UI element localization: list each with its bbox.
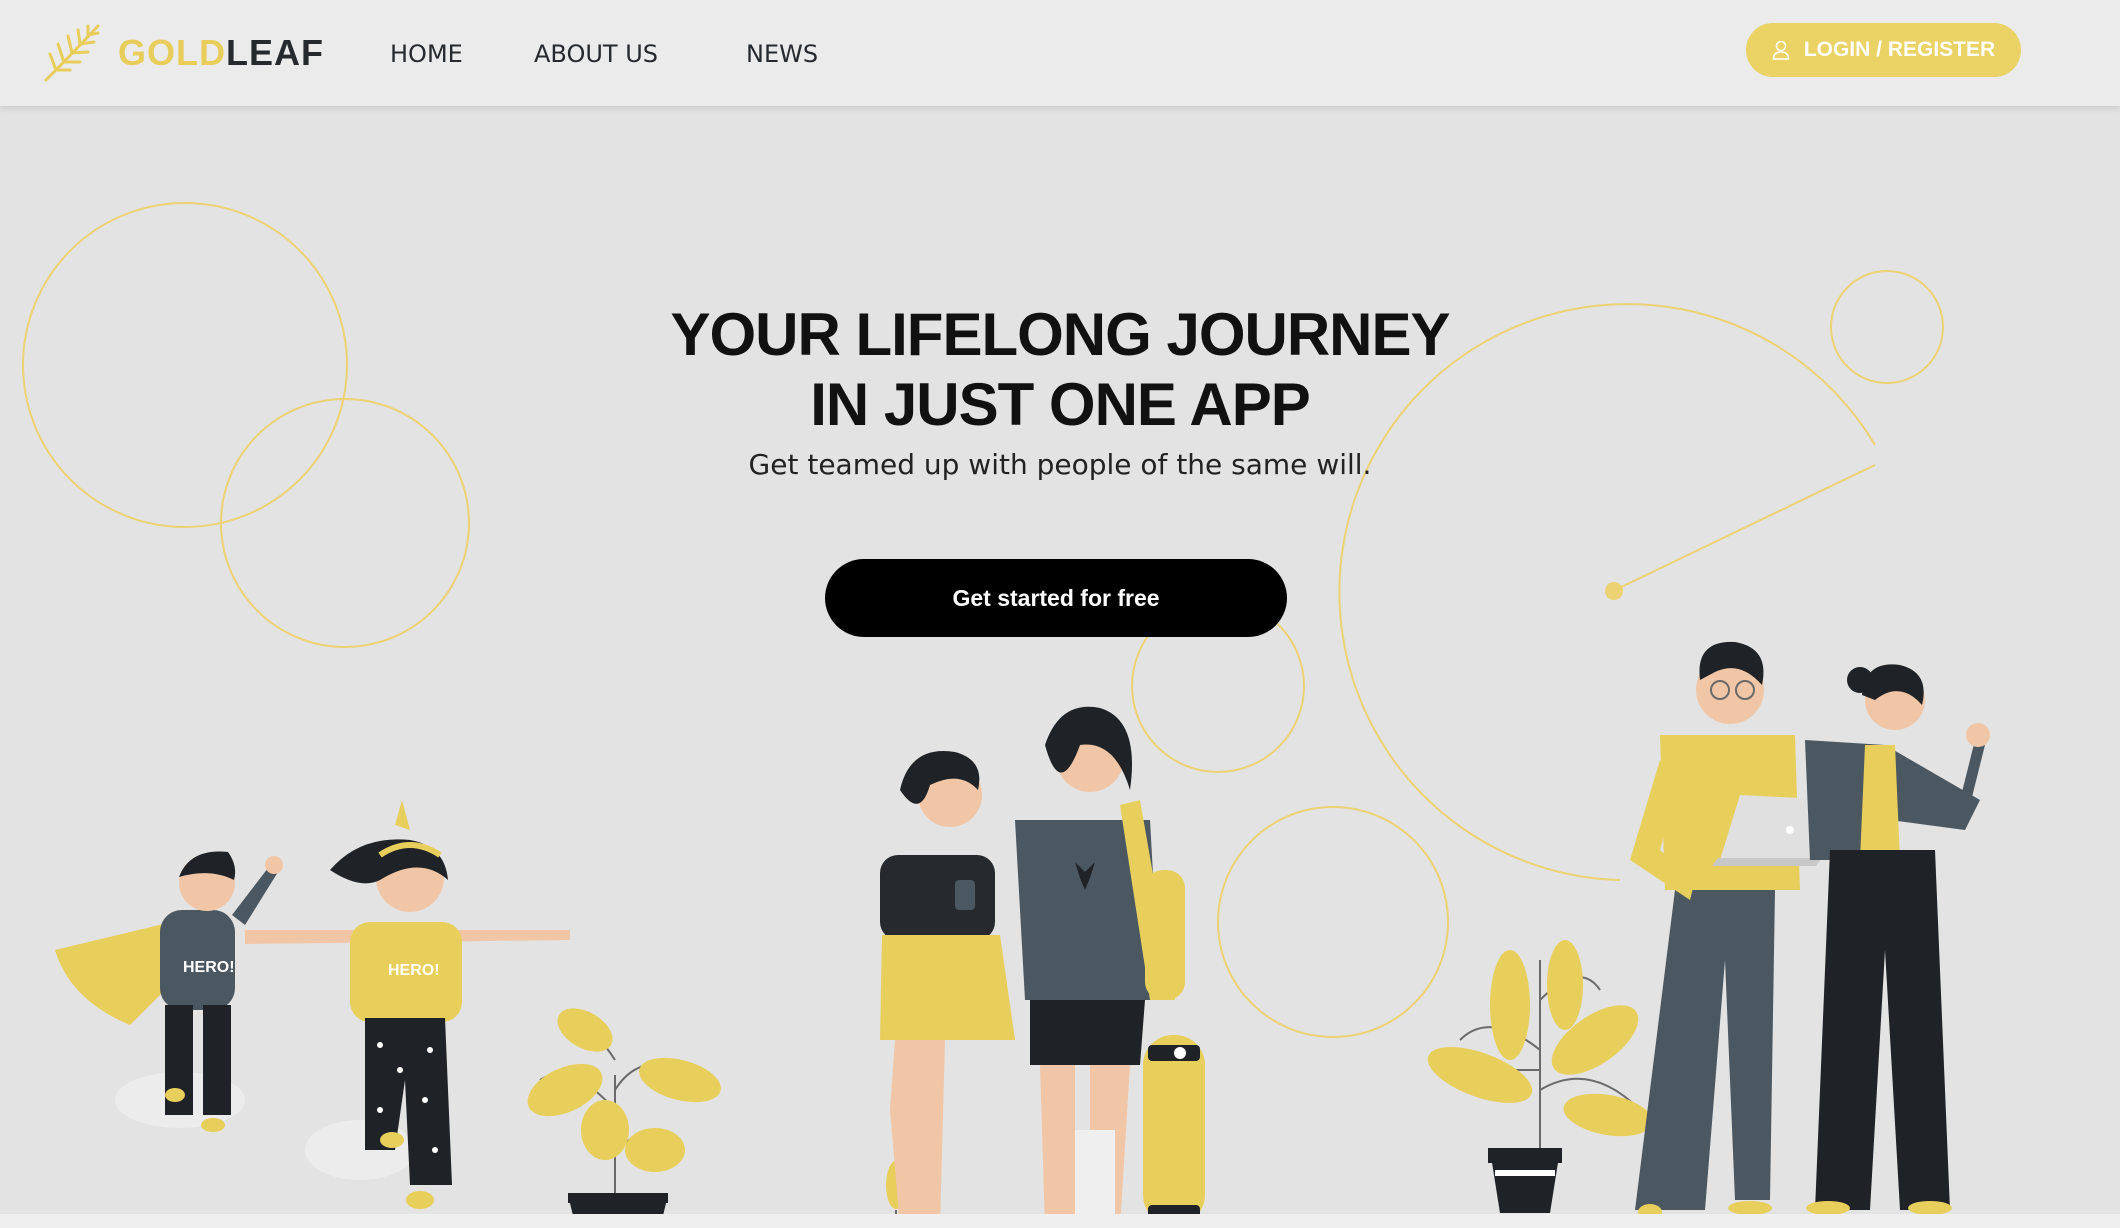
svg-text:HERO!: HERO! (388, 962, 440, 979)
top-navbar: GOLDLEAF HOME ABOUT US NEWS LOGIN / REGI… (0, 0, 2120, 106)
nav-link-news[interactable]: NEWS (746, 40, 818, 68)
svg-text:HERO!: HERO! (183, 959, 235, 976)
hero-title: YOUR LIFELONG JOURNEY IN JUST ONE APP (0, 300, 2120, 440)
nav-link-home[interactable]: HOME (390, 40, 463, 68)
plant-illustration (527, 1008, 721, 1228)
brand-name: GOLDLEAF (118, 32, 324, 74)
couple-illustration (880, 706, 1205, 1228)
nav-link-about-us[interactable]: ABOUT US (534, 40, 658, 68)
leaf-icon (44, 24, 100, 82)
hero-subtitle: Get teamed up with people of the same wi… (748, 448, 1372, 481)
brand-logo[interactable]: GOLDLEAF (40, 20, 324, 86)
login-register-button[interactable]: LOGIN / REGISTER (1746, 23, 2021, 77)
get-started-button[interactable]: Get started for free (825, 559, 1287, 637)
hero-title-line2: IN JUST ONE APP (810, 371, 1311, 438)
brand-name-dark: LEAF (226, 32, 324, 73)
kids-illustration: HERO! HERO! (55, 800, 570, 1209)
login-register-label: LOGIN / REGISTER (1803, 38, 1996, 61)
team-illustration (1630, 641, 1990, 1220)
hero-title-line1: YOUR LIFELONG JOURNEY (670, 301, 1450, 368)
user-icon (1772, 40, 1790, 60)
page-bottom-strip (0, 1214, 2120, 1228)
right-plant-illustration (1427, 940, 1653, 1213)
brand-name-gold: GOLD (118, 32, 226, 73)
